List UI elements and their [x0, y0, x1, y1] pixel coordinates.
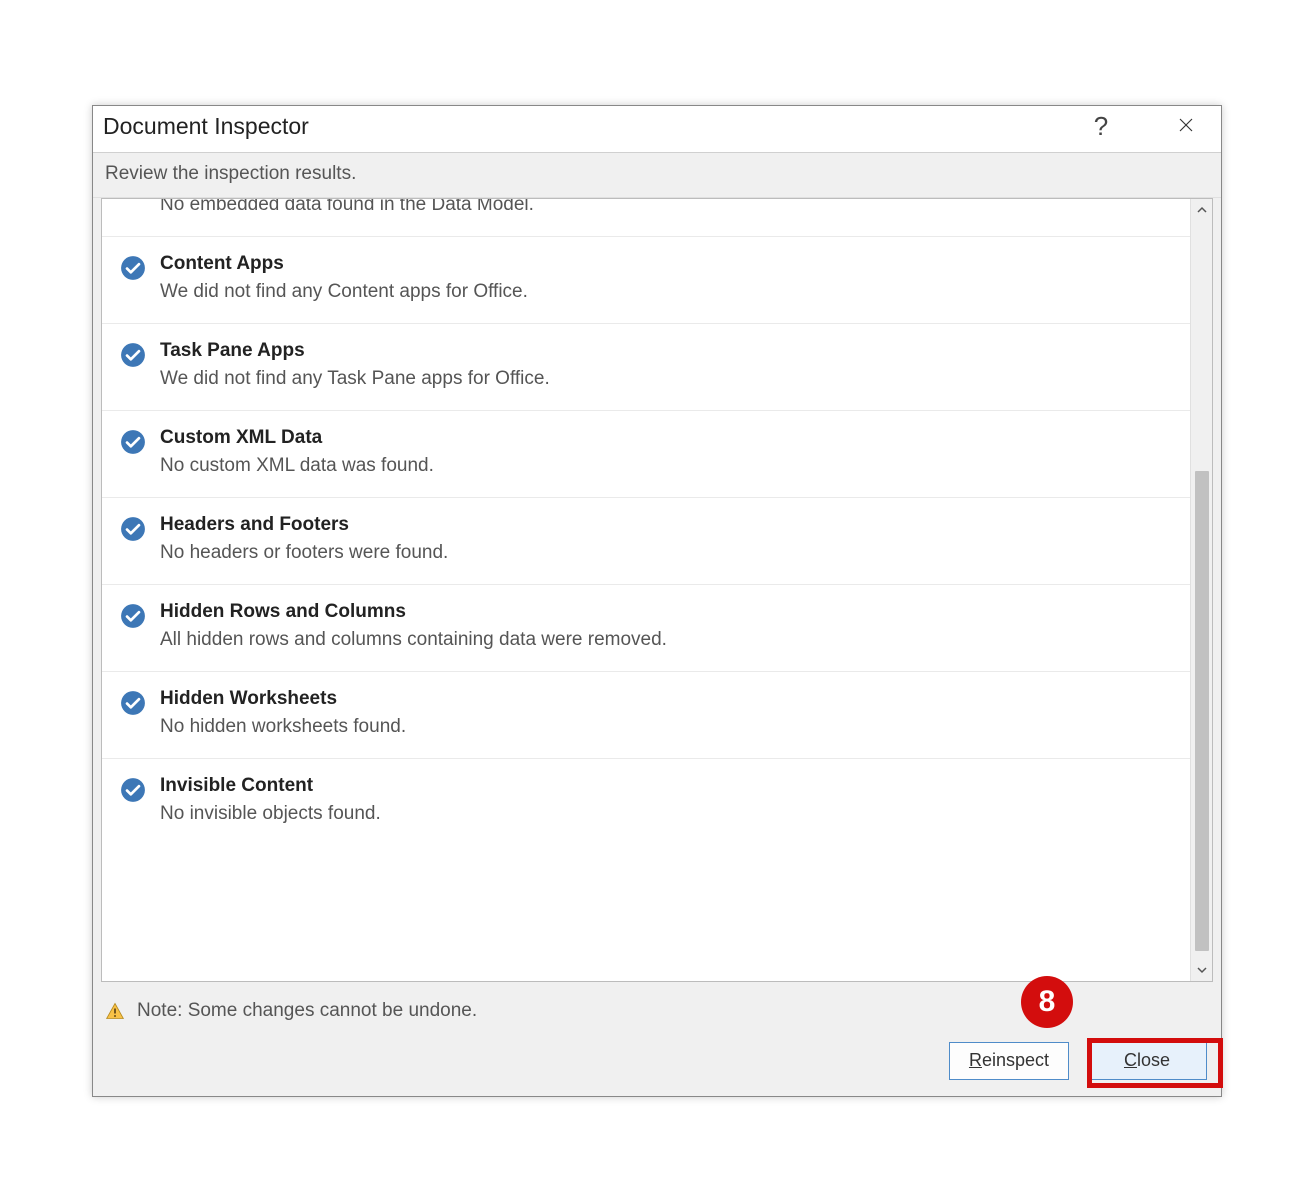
- result-item: Content Apps We did not find any Content…: [102, 237, 1190, 324]
- close-icon: [1177, 113, 1195, 140]
- result-heading: Hidden Rows and Columns: [160, 601, 1172, 623]
- result-heading: Custom XML Data: [160, 427, 1172, 449]
- titlebar: Document Inspector ?: [93, 106, 1221, 153]
- result-item: Headers and Footers No headers or footer…: [102, 498, 1190, 585]
- help-button[interactable]: ?: [1086, 112, 1116, 142]
- result-item: Hidden Rows and Columns All hidden rows …: [102, 585, 1190, 672]
- result-description: No embedded data found in the Data Model…: [160, 199, 1172, 216]
- result-description: No invisible objects found.: [160, 803, 1172, 825]
- result-description: We did not find any Content apps for Off…: [160, 281, 1172, 303]
- result-item: Invisible Content No invisible objects f…: [102, 759, 1190, 845]
- annotation-step-badge: 8: [1021, 976, 1073, 1028]
- subheader-text: Review the inspection results.: [93, 153, 1221, 198]
- annotation-highlight-rect: [1087, 1038, 1223, 1088]
- check-icon: [120, 429, 146, 455]
- result-heading: Hidden Worksheets: [160, 688, 1172, 710]
- help-icon: ?: [1094, 111, 1108, 142]
- vertical-scrollbar[interactable]: [1190, 199, 1212, 981]
- result-heading: Task Pane Apps: [160, 340, 1172, 362]
- window-title: Document Inspector: [101, 113, 309, 140]
- results-scroll-area: Data Model No embedded data found in the…: [101, 198, 1213, 982]
- footer-note-text: Note: Some changes cannot be undone.: [137, 1000, 477, 1022]
- check-icon: [120, 603, 146, 629]
- result-description: We did not find any Task Pane apps for O…: [160, 368, 1172, 390]
- result-description: No custom XML data was found.: [160, 455, 1172, 477]
- scroll-track[interactable]: [1191, 221, 1212, 959]
- result-item: Data Model No embedded data found in the…: [102, 199, 1190, 237]
- warning-icon: [105, 1001, 125, 1021]
- result-item: Task Pane Apps We did not find any Task …: [102, 324, 1190, 411]
- close-window-button[interactable]: [1171, 112, 1201, 142]
- reinspect-button[interactable]: Reinspect: [949, 1042, 1069, 1080]
- result-heading: Headers and Footers: [160, 514, 1172, 536]
- result-item: Custom XML Data No custom XML data was f…: [102, 411, 1190, 498]
- result-heading: Content Apps: [160, 253, 1172, 275]
- results-list: Data Model No embedded data found in the…: [102, 199, 1190, 981]
- result-item: Hidden Worksheets No hidden worksheets f…: [102, 672, 1190, 759]
- check-icon: [120, 342, 146, 368]
- scroll-down-arrow-icon[interactable]: [1191, 959, 1213, 981]
- check-icon: [120, 255, 146, 281]
- check-icon: [120, 516, 146, 542]
- result-heading: Invisible Content: [160, 775, 1172, 797]
- document-inspector-dialog: Document Inspector ? Review the inspecti…: [92, 105, 1222, 1097]
- titlebar-actions: ?: [1086, 112, 1213, 142]
- result-description: All hidden rows and columns containing d…: [160, 629, 1172, 651]
- check-icon: [120, 690, 146, 716]
- scroll-up-arrow-icon[interactable]: [1191, 199, 1213, 221]
- result-description: No headers or footers were found.: [160, 542, 1172, 564]
- scroll-thumb[interactable]: [1195, 471, 1209, 951]
- check-icon: [120, 777, 146, 803]
- result-description: No hidden worksheets found.: [160, 716, 1172, 738]
